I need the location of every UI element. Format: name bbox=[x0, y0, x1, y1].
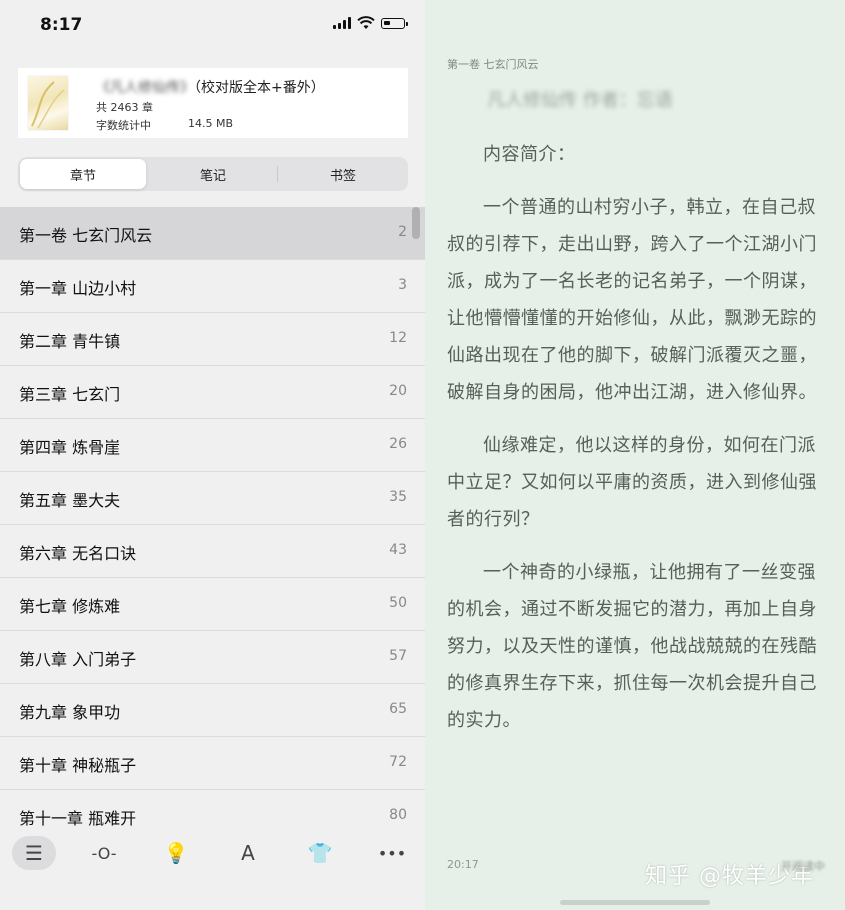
more-icon[interactable]: ••• bbox=[370, 836, 414, 870]
list-icon[interactable]: ☰ bbox=[12, 836, 56, 870]
reader-clock: 20:17 bbox=[447, 858, 479, 871]
toc-chapter-title: 第七章 修炼难 bbox=[19, 597, 121, 616]
toc-chapter-title: 第十一章 瓶难开 bbox=[19, 809, 137, 828]
reader-toolbar: ☰ -O- 💡 A 👕 ••• bbox=[0, 832, 425, 874]
home-indicator bbox=[560, 900, 710, 905]
font-icon[interactable]: A bbox=[226, 836, 270, 870]
progress-icon[interactable]: -O- bbox=[82, 836, 126, 870]
book-title: 《凡人修仙传》（校对版全本+番外） bbox=[96, 77, 325, 97]
scrollbar-thumb[interactable] bbox=[412, 207, 420, 239]
toc-page-number: 72 bbox=[389, 754, 407, 770]
toc-page-number: 20 bbox=[389, 383, 407, 399]
toc-drawer: 8:17 《凡人修仙传》（校对版全本+番外） 共 2463 章 字数统计中 14… bbox=[0, 0, 425, 910]
toc-chapter-title: 第八章 入门弟子 bbox=[19, 650, 137, 669]
book-title-blurred: 《凡人修仙传》 bbox=[96, 80, 194, 96]
status-bar: 8:17 bbox=[0, 0, 425, 52]
lightbulb-icon[interactable]: 💡 bbox=[154, 836, 198, 870]
reading-text: 内容简介： 一个普通的山村穷小子，韩立，在自己叔叔的引荐下，走出山野，跨入了一个江… bbox=[447, 136, 829, 755]
reading-page[interactable]: 第一卷 七玄门风云 凡人修仙传 作者：忘语 内容简介： 一个普通的山村穷小子，韩立… bbox=[425, 0, 845, 910]
book-cover bbox=[28, 76, 68, 130]
toc-chapter-title: 第五章 墨大夫 bbox=[19, 491, 121, 510]
toc-row[interactable]: 第九章 象甲功 65 bbox=[0, 684, 425, 737]
toc-page-number: 43 bbox=[389, 542, 407, 558]
toc-chapter-title: 第六章 无名口诀 bbox=[19, 544, 137, 563]
toc-chapter-title: 第三章 七玄门 bbox=[19, 385, 121, 404]
toc-chapter-title: 第四章 炼骨崖 bbox=[19, 438, 121, 457]
book-title-suffix: （校对版全本+番外） bbox=[194, 80, 325, 96]
reading-progress: 开阅读中 bbox=[781, 860, 825, 873]
toc-page-number: 35 bbox=[389, 489, 407, 505]
paragraph: 一个神奇的小绿瓶，让他拥有了一丝变强的机会，通过不断发掘它的潜力，再加上自身努力… bbox=[447, 562, 817, 731]
tab-divider bbox=[277, 166, 278, 182]
toc-page-number: 2 bbox=[398, 224, 407, 240]
book-author-line-blurred: 凡人修仙传 作者：忘语 bbox=[487, 90, 673, 111]
toc-chapter-title: 第二章 青牛镇 bbox=[19, 332, 121, 351]
tab-chapters[interactable]: 章节 bbox=[20, 159, 146, 189]
toc-chapter-title: 第一卷 七玄门风云 bbox=[19, 226, 153, 245]
toc-row[interactable]: 第十章 神秘瓶子 72 bbox=[0, 737, 425, 790]
toc-page-number: 3 bbox=[398, 277, 407, 293]
chapter-header: 第一卷 七玄门风云 bbox=[447, 58, 539, 71]
toc-chapter-title: 第十章 神秘瓶子 bbox=[19, 756, 137, 775]
bottom-safe-area bbox=[0, 874, 425, 910]
toc-page-number: 50 bbox=[389, 595, 407, 611]
toc-page-number: 65 bbox=[389, 701, 407, 717]
status-time: 8:17 bbox=[40, 15, 83, 35]
paragraph: 仙缘难定，他以这样的身份，如何在门派中立足？又如何以平庸的资质，进入到修仙强者的… bbox=[447, 435, 817, 530]
chapter-count: 共 2463 章 bbox=[96, 101, 153, 114]
toc-row[interactable]: 第三章 七玄门 20 bbox=[0, 366, 425, 419]
toc-chapter-title: 第一章 山边小村 bbox=[19, 279, 137, 298]
shirt-icon[interactable]: 👕 bbox=[298, 836, 342, 870]
toc-row[interactable]: 第十一章 瓶难开 80 bbox=[0, 790, 425, 832]
toc-row[interactable]: 第六章 无名口诀 43 bbox=[0, 525, 425, 578]
wifi-icon bbox=[357, 16, 375, 29]
toc-row[interactable]: 第二章 青牛镇 12 bbox=[0, 313, 425, 366]
toc-row[interactable]: 第五章 墨大夫 35 bbox=[0, 472, 425, 525]
word-count-label: 字数统计中 bbox=[96, 119, 151, 132]
toc-page-number: 80 bbox=[389, 807, 407, 823]
battery-icon bbox=[381, 17, 408, 29]
intro-heading: 内容简介： bbox=[483, 144, 576, 165]
chapter-list[interactable]: 第一卷 七玄门风云 2 第一章 山边小村 3 第二章 青牛镇 12 第三章 七玄门 20 第四章… bbox=[0, 207, 425, 832]
toc-page-number: 12 bbox=[389, 330, 407, 346]
toc-page-number: 57 bbox=[389, 648, 407, 664]
tab-notes[interactable]: 笔记 bbox=[150, 159, 276, 189]
signal-icon bbox=[333, 17, 351, 29]
paragraph: 一个普通的山村穷小子，韩立，在自己叔叔的引荐下，走出山野，跨入了一个江湖小门派，… bbox=[447, 197, 817, 403]
book-info-card[interactable]: 《凡人修仙传》（校对版全本+番外） 共 2463 章 字数统计中 14.5 MB bbox=[18, 68, 408, 138]
toc-row[interactable]: 第一章 山边小村 3 bbox=[0, 260, 425, 313]
tab-bookmarks[interactable]: 书签 bbox=[280, 159, 406, 189]
toc-chapter-title: 第九章 象甲功 bbox=[19, 703, 121, 722]
status-icons bbox=[333, 16, 408, 30]
toc-tab-segment: 章节 笔记 书签 bbox=[18, 157, 408, 191]
toc-row[interactable]: 第四章 炼骨崖 26 bbox=[0, 419, 425, 472]
toc-page-number: 26 bbox=[389, 436, 407, 452]
toc-row[interactable]: 第八章 入门弟子 57 bbox=[0, 631, 425, 684]
file-size: 14.5 MB bbox=[188, 117, 234, 130]
toc-row[interactable]: 第七章 修炼难 50 bbox=[0, 578, 425, 631]
toc-row[interactable]: 第一卷 七玄门风云 2 bbox=[0, 207, 425, 260]
